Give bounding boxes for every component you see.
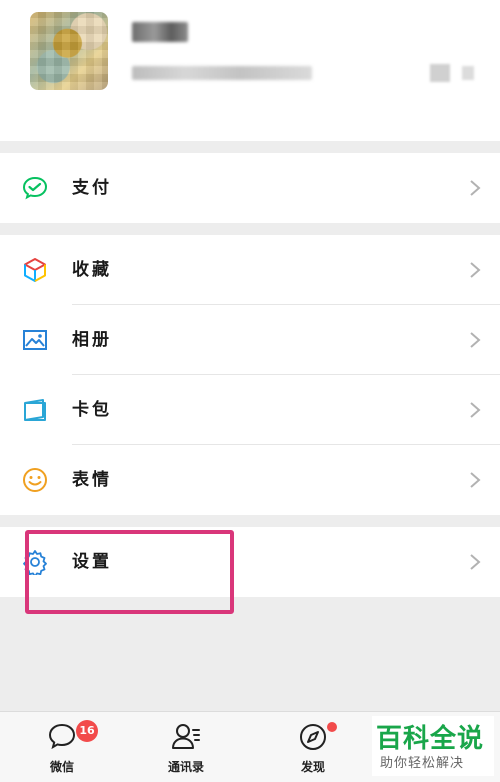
card-icon	[24, 399, 46, 421]
tab-contacts[interactable]: 通讯录	[146, 712, 226, 782]
menu-group-main: 收藏 相册 卡包 表情	[0, 235, 500, 515]
chat-bubble-icon	[48, 723, 76, 750]
contacts-icon	[172, 724, 200, 749]
image-icon	[23, 330, 47, 350]
watermark-logo: 百科全说 助你轻松解决	[372, 716, 494, 776]
menu-item-label: 支付	[72, 178, 112, 198]
tab-label: 通讯录	[167, 760, 204, 774]
qr-code-icon[interactable]	[430, 64, 450, 82]
menu-item-label: 收藏	[72, 260, 112, 280]
unread-badge: 16	[76, 720, 98, 742]
new-dot	[327, 722, 337, 732]
menu-item-favorites[interactable]: 收藏	[0, 235, 500, 305]
wechat-pay-icon	[22, 176, 48, 200]
smiley-icon	[23, 468, 47, 492]
chevron-right-icon	[470, 262, 481, 278]
menu-item-album[interactable]: 相册	[0, 305, 500, 375]
tab-label: 微信	[49, 760, 74, 774]
tab-label: 发现	[300, 760, 325, 774]
menu-item-pay[interactable]: 支付	[0, 153, 500, 223]
profile-chevron-icon	[462, 66, 474, 80]
watermark-title: 百科全说	[376, 724, 485, 754]
chevron-right-icon	[470, 472, 481, 488]
chevron-right-icon	[470, 180, 481, 196]
avatar[interactable]	[30, 12, 108, 90]
menu-item-label: 相册	[72, 330, 112, 350]
chevron-right-icon	[470, 402, 481, 418]
compass-icon	[300, 724, 326, 750]
tab-discover[interactable]: 发现	[273, 712, 353, 782]
menu-group-pay: 支付	[0, 153, 500, 223]
watermark-subtitle: 助你轻松解决	[380, 756, 465, 771]
profile-header[interactable]	[0, 0, 500, 141]
chevron-right-icon	[470, 554, 481, 570]
chevron-right-icon	[470, 332, 481, 348]
menu-item-label: 表情	[72, 470, 112, 490]
blurred-wechat-id	[132, 66, 312, 80]
tab-chats[interactable]: 16 微信	[22, 712, 102, 782]
menu-item-label: 卡包	[72, 400, 112, 420]
cube-icon	[24, 258, 46, 282]
blurred-nickname	[132, 22, 188, 42]
menu-item-cards[interactable]: 卡包	[0, 375, 500, 445]
menu-item-stickers[interactable]: 表情	[0, 445, 500, 515]
highlight-box	[25, 530, 234, 614]
